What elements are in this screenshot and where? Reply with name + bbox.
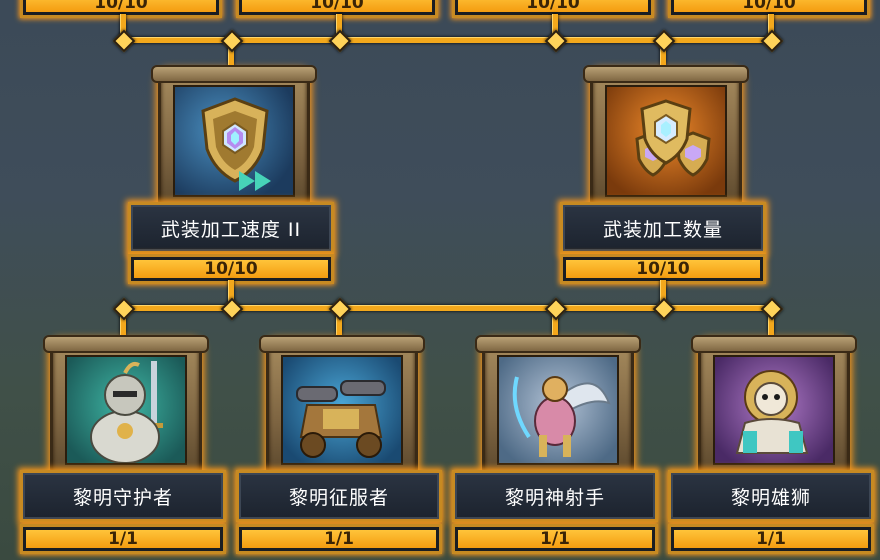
hero-progress-text: 1/1	[540, 529, 570, 549]
hero-progress-bar: 1/1	[668, 524, 874, 554]
connector-node	[652, 297, 676, 321]
connector-node	[760, 297, 784, 321]
top-progress-text-2: 10/10	[310, 0, 364, 13]
skill-progress-text: 10/10	[204, 259, 258, 279]
skill-name-text: 武装加工速度 II	[160, 218, 302, 241]
hero-frame-dawn-archer[interactable]	[475, 335, 641, 478]
skill-progress-text: 10/10	[636, 259, 690, 279]
shields-quantity-icon	[605, 85, 727, 197]
hero-progress-text: 1/1	[756, 529, 786, 549]
hero-name-text: 黎明征服者	[288, 486, 389, 509]
hero-frame-dawn-guardian[interactable]	[43, 335, 209, 478]
hero-name-text: 黎明雄狮	[730, 486, 811, 509]
hero-progress-text: 1/1	[108, 529, 138, 549]
connector-node	[328, 297, 352, 321]
connector-node	[220, 29, 244, 53]
connector-node	[544, 29, 568, 53]
connector-node	[112, 29, 136, 53]
hero-progress-bar: 1/1	[236, 524, 442, 554]
skill-name-armor-speed[interactable]: 武装加工速度 II	[128, 202, 334, 254]
hero-frame-dawn-conqueror[interactable]	[259, 335, 425, 478]
shield-speed-icon	[173, 85, 295, 197]
winged-archer-icon	[497, 355, 619, 465]
connector-node	[760, 29, 784, 53]
hero-frame-dawn-lion[interactable]	[691, 335, 857, 478]
skill-name-text: 武装加工数量	[602, 218, 723, 241]
skill-frame-armor-quantity[interactable]	[583, 65, 749, 210]
hero-name-dawn-guardian[interactable]: 黎明守护者	[20, 470, 226, 522]
hero-name-dawn-lion[interactable]: 黎明雄狮	[668, 470, 874, 522]
top-progress-text-4: 10/10	[742, 0, 796, 13]
hero-name-text: 黎明神射手	[504, 486, 605, 509]
top-progress-text-3: 10/10	[526, 0, 580, 13]
connector-node	[544, 297, 568, 321]
hero-progress-bar: 1/1	[20, 524, 226, 554]
skill-name-armor-quantity[interactable]: 武装加工数量	[560, 202, 766, 254]
hero-name-dawn-archer[interactable]: 黎明神射手	[452, 470, 658, 522]
hero-name-dawn-conqueror[interactable]: 黎明征服者	[236, 470, 442, 522]
skill-frame-armor-speed[interactable]	[151, 65, 317, 210]
hero-name-text: 黎明守护者	[72, 486, 173, 509]
connector-node	[112, 297, 136, 321]
top-progress-text-1: 10/10	[94, 0, 148, 13]
armored-knight-icon	[65, 355, 187, 465]
connector-node	[220, 297, 244, 321]
hero-progress-bar: 1/1	[452, 524, 658, 554]
hero-progress-text: 1/1	[324, 529, 354, 549]
armored-lion-icon	[713, 355, 835, 465]
connector-node	[328, 29, 352, 53]
connector-node	[652, 29, 676, 53]
siege-cannon-icon	[281, 355, 403, 465]
